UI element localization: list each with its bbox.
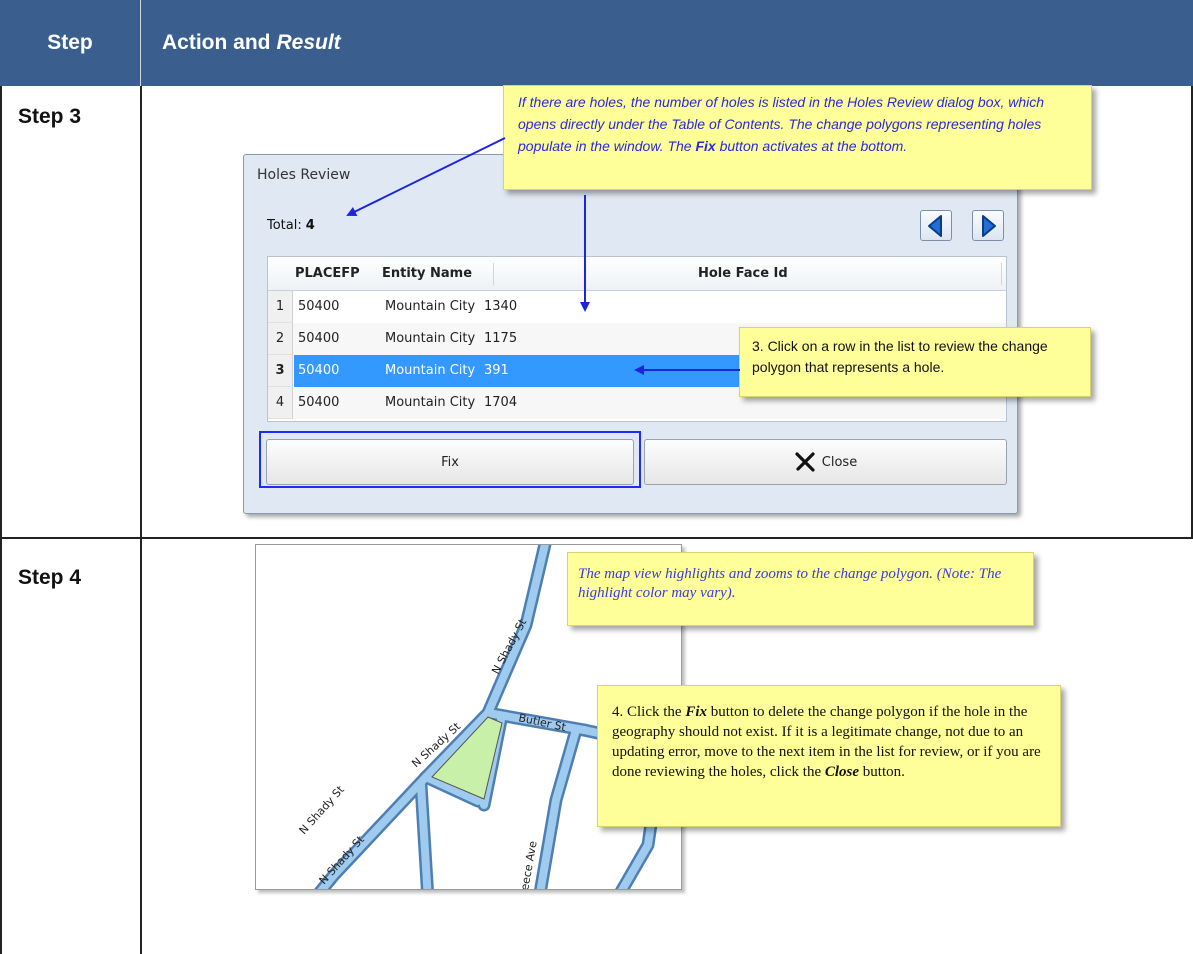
header-step: Step [47, 31, 93, 54]
step4-callout: 4. Click the Fix button to delete the ch… [597, 685, 1061, 827]
arrow-left-icon [928, 214, 942, 237]
header-action: Action and Result [162, 31, 341, 54]
total-count: Total: 4 [267, 218, 315, 233]
fix-button[interactable]: Fix [266, 439, 634, 485]
table-row[interactable]: 1 50400 Mountain City 1340 [268, 291, 1006, 323]
map-view-callout: The map view highlights and zooms to the… [567, 552, 1034, 626]
step-4-label: Step 4 [18, 566, 82, 589]
previous-button[interactable] [920, 210, 952, 241]
table-header: Step Action and Result [0, 0, 1193, 86]
close-icon [795, 452, 815, 472]
street-label: Butler St [517, 711, 567, 734]
click-row-callout: 3. Click on a row in the list to review … [739, 327, 1091, 397]
street-label: N Shady St [297, 783, 348, 837]
grid-header: PLACEFP Entity Name Hole Face Id [268, 257, 1006, 291]
close-button[interactable]: Close [644, 439, 1007, 485]
next-button[interactable] [972, 210, 1004, 241]
step-3-label: Step 3 [18, 105, 82, 128]
col-entity-name[interactable]: Entity Name [382, 257, 472, 291]
street-label: N Shady St [317, 833, 368, 887]
dialog-title: Holes Review [257, 167, 351, 183]
arrow-right-icon [982, 214, 996, 237]
col-placefp[interactable]: PLACEFP [295, 257, 360, 291]
holes-info-callout: If there are holes, the number of holes … [503, 85, 1092, 190]
col-hole-face-id[interactable]: Hole Face Id [698, 257, 788, 291]
